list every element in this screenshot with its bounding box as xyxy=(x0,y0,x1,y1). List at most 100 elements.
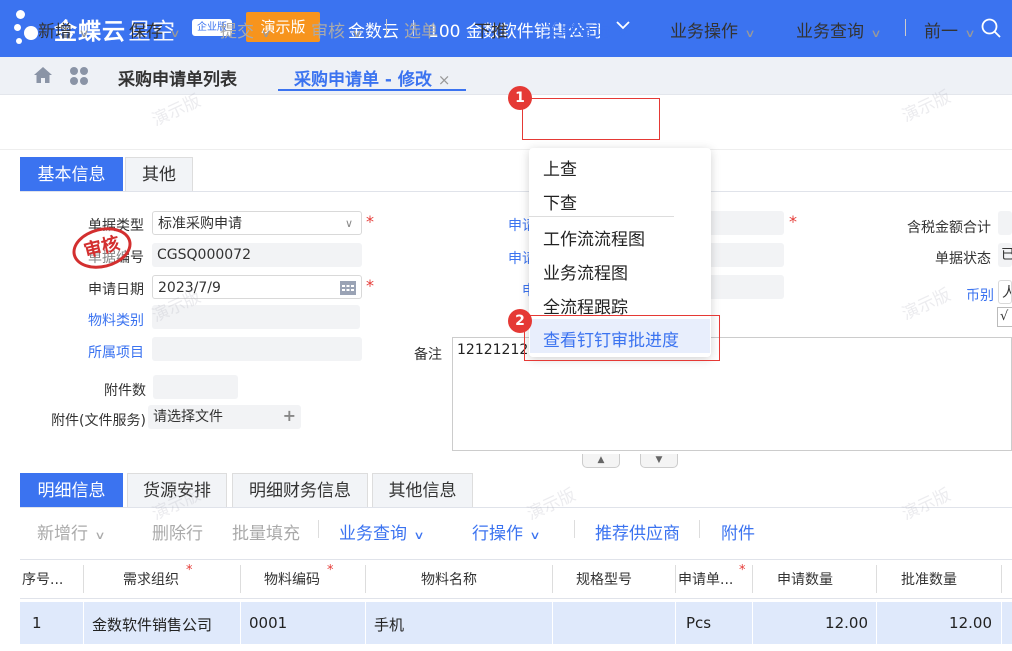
checkbox[interactable]: √ xyxy=(997,307,1012,327)
calendar-icon[interactable] xyxy=(339,279,357,296)
cell-divider xyxy=(83,602,84,644)
demand-org-cell[interactable]: 金数软件销售公司 xyxy=(92,614,212,635)
menu-item-query-up[interactable]: 上查 xyxy=(543,155,577,180)
toolbar-divider xyxy=(574,520,575,538)
prev-button[interactable]: 前一 ∨ xyxy=(924,17,976,42)
material-category-field[interactable] xyxy=(152,305,360,329)
column-header[interactable]: 规格型号 xyxy=(576,569,632,589)
bill-status-label: 单据状态 xyxy=(935,251,991,267)
collapse-up-icon[interactable]: ▲ xyxy=(582,454,620,468)
chevron-down-icon[interactable]: ∨ xyxy=(94,529,105,542)
plus-icon[interactable]: + xyxy=(283,405,296,428)
business-ops-button[interactable]: 业务操作 ∨ xyxy=(670,17,756,42)
menu-item-workflow-chart[interactable]: 工作流流程图 xyxy=(543,225,645,250)
project-field[interactable] xyxy=(152,337,362,361)
bill-type-select[interactable]: 标准采购申请 ∨ xyxy=(152,211,362,235)
column-header[interactable]: 申请单... xyxy=(678,569,733,589)
apply-org-field[interactable] xyxy=(700,275,784,299)
toolbar-divider xyxy=(905,19,906,36)
new-button[interactable]: 新增 ∨ xyxy=(38,17,90,42)
tab-purchase-request-edit[interactable]: 采购申请单 - 修改 × xyxy=(278,57,467,91)
highlight-box-related-query xyxy=(522,98,660,140)
column-divider[interactable] xyxy=(876,565,877,593)
column-header[interactable]: 物料名称 xyxy=(421,569,477,589)
expand-down-icon[interactable]: ▼ xyxy=(640,454,678,468)
column-header[interactable]: 申请数量 xyxy=(777,569,833,589)
project-label[interactable]: 所属项目 xyxy=(40,342,144,362)
recommend-supplier-button[interactable]: 推荐供应商 xyxy=(595,519,680,544)
column-divider[interactable] xyxy=(752,565,753,593)
material-code-cell[interactable]: 0001 xyxy=(249,614,287,632)
bill-status-field: 已 xyxy=(998,243,1012,267)
toolbar-divider xyxy=(318,520,319,538)
home-icon[interactable] xyxy=(33,66,53,84)
column-header[interactable]: 批准数量 xyxy=(901,569,957,589)
currency-label[interactable]: 币别 xyxy=(940,285,994,305)
chevron-down-icon[interactable]: ∨ xyxy=(169,27,180,40)
approved-qty-cell[interactable]: 12.00 xyxy=(876,614,992,632)
apply-date-field[interactable]: 2023/7/9 xyxy=(152,275,362,299)
column-divider[interactable] xyxy=(552,565,553,593)
delete-row-button[interactable]: 删除行 xyxy=(152,519,203,544)
tab-purchase-request-list[interactable]: 采购申请单列表 xyxy=(118,65,237,90)
column-header[interactable]: 物料编码 xyxy=(264,569,320,589)
chevron-down-icon[interactable]: ∨ xyxy=(870,27,881,40)
menu-item-query-down[interactable]: 下查 xyxy=(543,189,577,214)
submit-button[interactable]: 提交 ∨ xyxy=(220,17,272,42)
apply-qty-cell[interactable]: 12.00 xyxy=(752,614,868,632)
attachment-button[interactable]: 附件 xyxy=(721,519,755,544)
chevron-down-icon[interactable]: ∨ xyxy=(413,529,424,542)
column-divider[interactable] xyxy=(675,565,676,593)
chevron-down-icon[interactable]: ∨ xyxy=(964,27,975,40)
tab-detail-finance[interactable]: 明细财务信息 xyxy=(232,473,368,507)
chevron-down-icon[interactable]: ∨ xyxy=(617,27,628,40)
related-query-button[interactable]: 关联查询 ∨ xyxy=(543,17,629,42)
tax-total-field xyxy=(998,211,1012,235)
bill-no-field[interactable]: CGSQ000072 xyxy=(152,243,362,267)
main-toolbar xyxy=(0,95,1012,150)
close-icon[interactable]: × xyxy=(438,71,451,89)
attachment-count-label: 附件数 xyxy=(104,383,146,399)
unit-cell[interactable]: Pcs xyxy=(686,614,711,632)
add-row-button[interactable]: 新增行 ∨ xyxy=(37,519,106,544)
tax-total-label: 含税金额合计 xyxy=(907,220,991,236)
tab-other-info[interactable]: 其他信息 xyxy=(372,473,473,507)
chevron-down-icon[interactable]: ∨ xyxy=(78,27,89,40)
column-divider[interactable] xyxy=(365,565,366,593)
tab-detail-info[interactable]: 明细信息 xyxy=(20,473,123,507)
business-query-button[interactable]: 业务查询 ∨ xyxy=(796,17,882,42)
search-icon[interactable] xyxy=(980,17,1002,39)
material-category-label[interactable]: 物料类别 xyxy=(40,310,144,330)
tab-basic-info[interactable]: 基本信息 xyxy=(20,157,123,191)
select-bill-button[interactable]: 选单 xyxy=(404,17,438,42)
grid-icon[interactable] xyxy=(68,66,90,86)
column-divider[interactable] xyxy=(240,565,241,593)
tab-other[interactable]: 其他 xyxy=(125,157,193,191)
memo-label: 备注 xyxy=(414,347,442,363)
column-header[interactable]: 需求组织 xyxy=(123,569,179,589)
currency-field[interactable]: 人 xyxy=(998,280,1012,304)
column-divider[interactable] xyxy=(1001,565,1002,593)
chevron-down-icon[interactable]: ∨ xyxy=(351,27,362,40)
tab-source-arrangement[interactable]: 货源安排 xyxy=(127,473,227,507)
batch-fill-button[interactable]: 批量填充 xyxy=(232,519,300,544)
audit-button[interactable]: 审核 ∨ xyxy=(311,17,363,42)
row-seq-cell[interactable]: 1 xyxy=(32,614,42,632)
chevron-down-icon[interactable]: ∨ xyxy=(260,27,271,40)
applicant-field[interactable] xyxy=(700,211,784,235)
chevron-down-icon[interactable]: ∨ xyxy=(529,529,540,542)
row-ops-button[interactable]: 行操作 ∨ xyxy=(472,519,541,544)
column-divider[interactable] xyxy=(83,565,84,593)
column-header[interactable]: 序号... xyxy=(22,569,63,589)
material-name-cell[interactable]: 手机 xyxy=(374,614,404,635)
menu-item-business-flowchart[interactable]: 业务流程图 xyxy=(543,259,628,284)
chevron-down-icon[interactable]: ∨ xyxy=(345,212,353,234)
detail-business-query-button[interactable]: 业务查询 ∨ xyxy=(339,519,425,544)
attachment-service-field[interactable]: 请选择文件 + xyxy=(148,405,301,429)
push-down-button[interactable]: 下推 xyxy=(474,17,508,42)
chevron-down-icon[interactable]: ∨ xyxy=(744,27,755,40)
apply-dept-field[interactable] xyxy=(700,243,784,267)
cell-divider xyxy=(240,602,241,644)
save-button[interactable]: 保存 ∨ xyxy=(129,17,181,42)
form-tab-divider xyxy=(20,191,1012,192)
